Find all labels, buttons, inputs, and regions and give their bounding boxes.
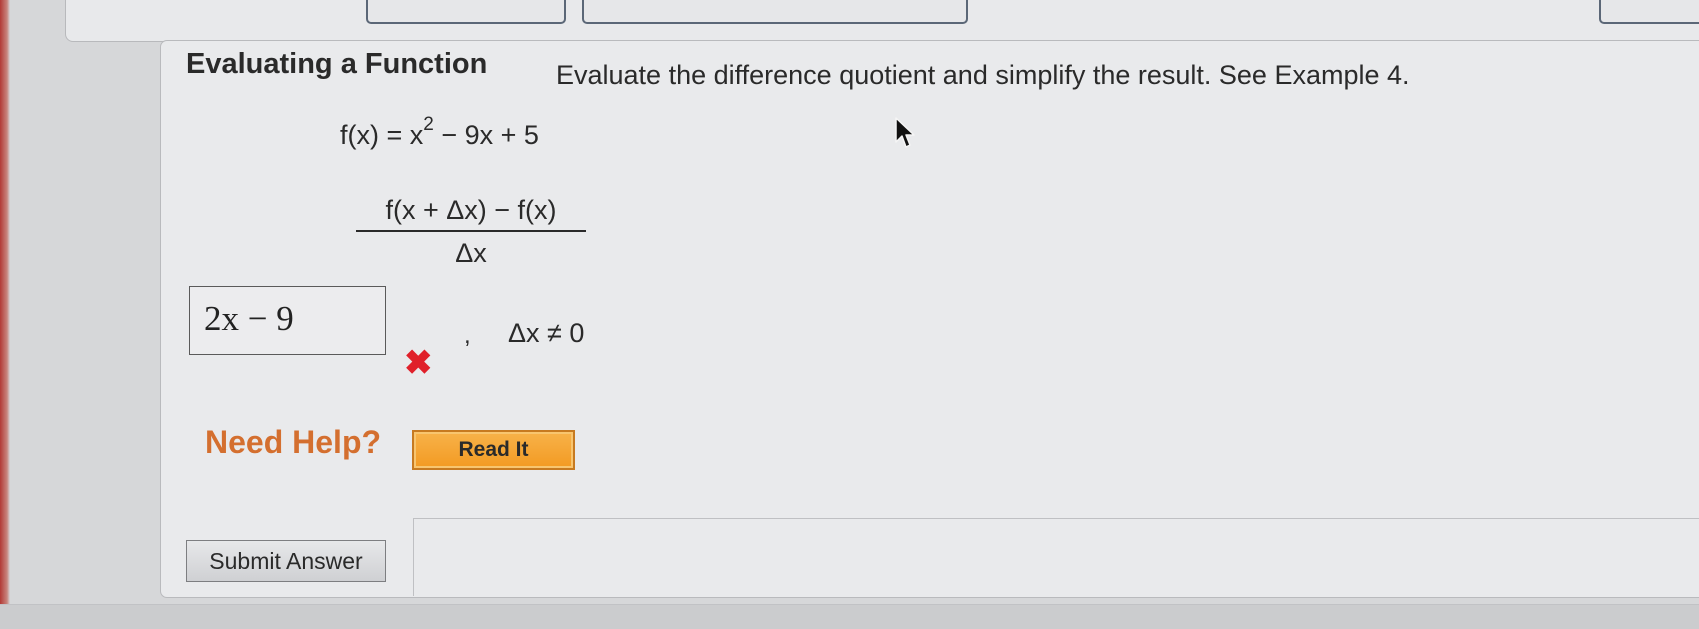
x-mark-icon: ✖	[404, 344, 433, 382]
answer-input[interactable]: 2x − 9	[189, 286, 386, 355]
function-lhs: f(x) = x	[340, 120, 424, 150]
domain-restriction: Δx ≠ 0	[508, 318, 585, 348]
quotient-denominator: Δx	[455, 238, 487, 268]
submit-answer-button[interactable]: Submit Answer	[186, 540, 386, 582]
answer-separator: ,	[464, 322, 471, 349]
question-title: Evaluating a Function	[186, 48, 488, 80]
difference-quotient: f(x + Δx) − f(x) Δx	[356, 195, 586, 269]
read-it-button[interactable]: Read It	[412, 430, 575, 470]
mouse-cursor-icon	[895, 117, 915, 148]
section-divider	[414, 518, 1699, 519]
function-definition: f(x) = x2 − 9x + 5	[340, 114, 539, 151]
left-edge-accent	[0, 0, 10, 628]
previous-answer-box-3[interactable]	[1599, 0, 1699, 24]
need-help-label: Need Help?	[205, 424, 382, 460]
previous-answer-box-2[interactable]	[582, 0, 968, 24]
function-exponent: 2	[423, 114, 434, 135]
previous-answer-box-1[interactable]	[366, 0, 566, 24]
section-divider-vertical	[413, 518, 414, 596]
quotient-numerator: f(x + Δx) − f(x)	[356, 195, 586, 232]
question-instructions: Evaluate the difference quotient and sim…	[556, 60, 1410, 90]
next-section-band	[0, 604, 1699, 629]
function-rhs: − 9x + 5	[433, 120, 539, 150]
answer-value: 2x − 9	[204, 299, 294, 338]
